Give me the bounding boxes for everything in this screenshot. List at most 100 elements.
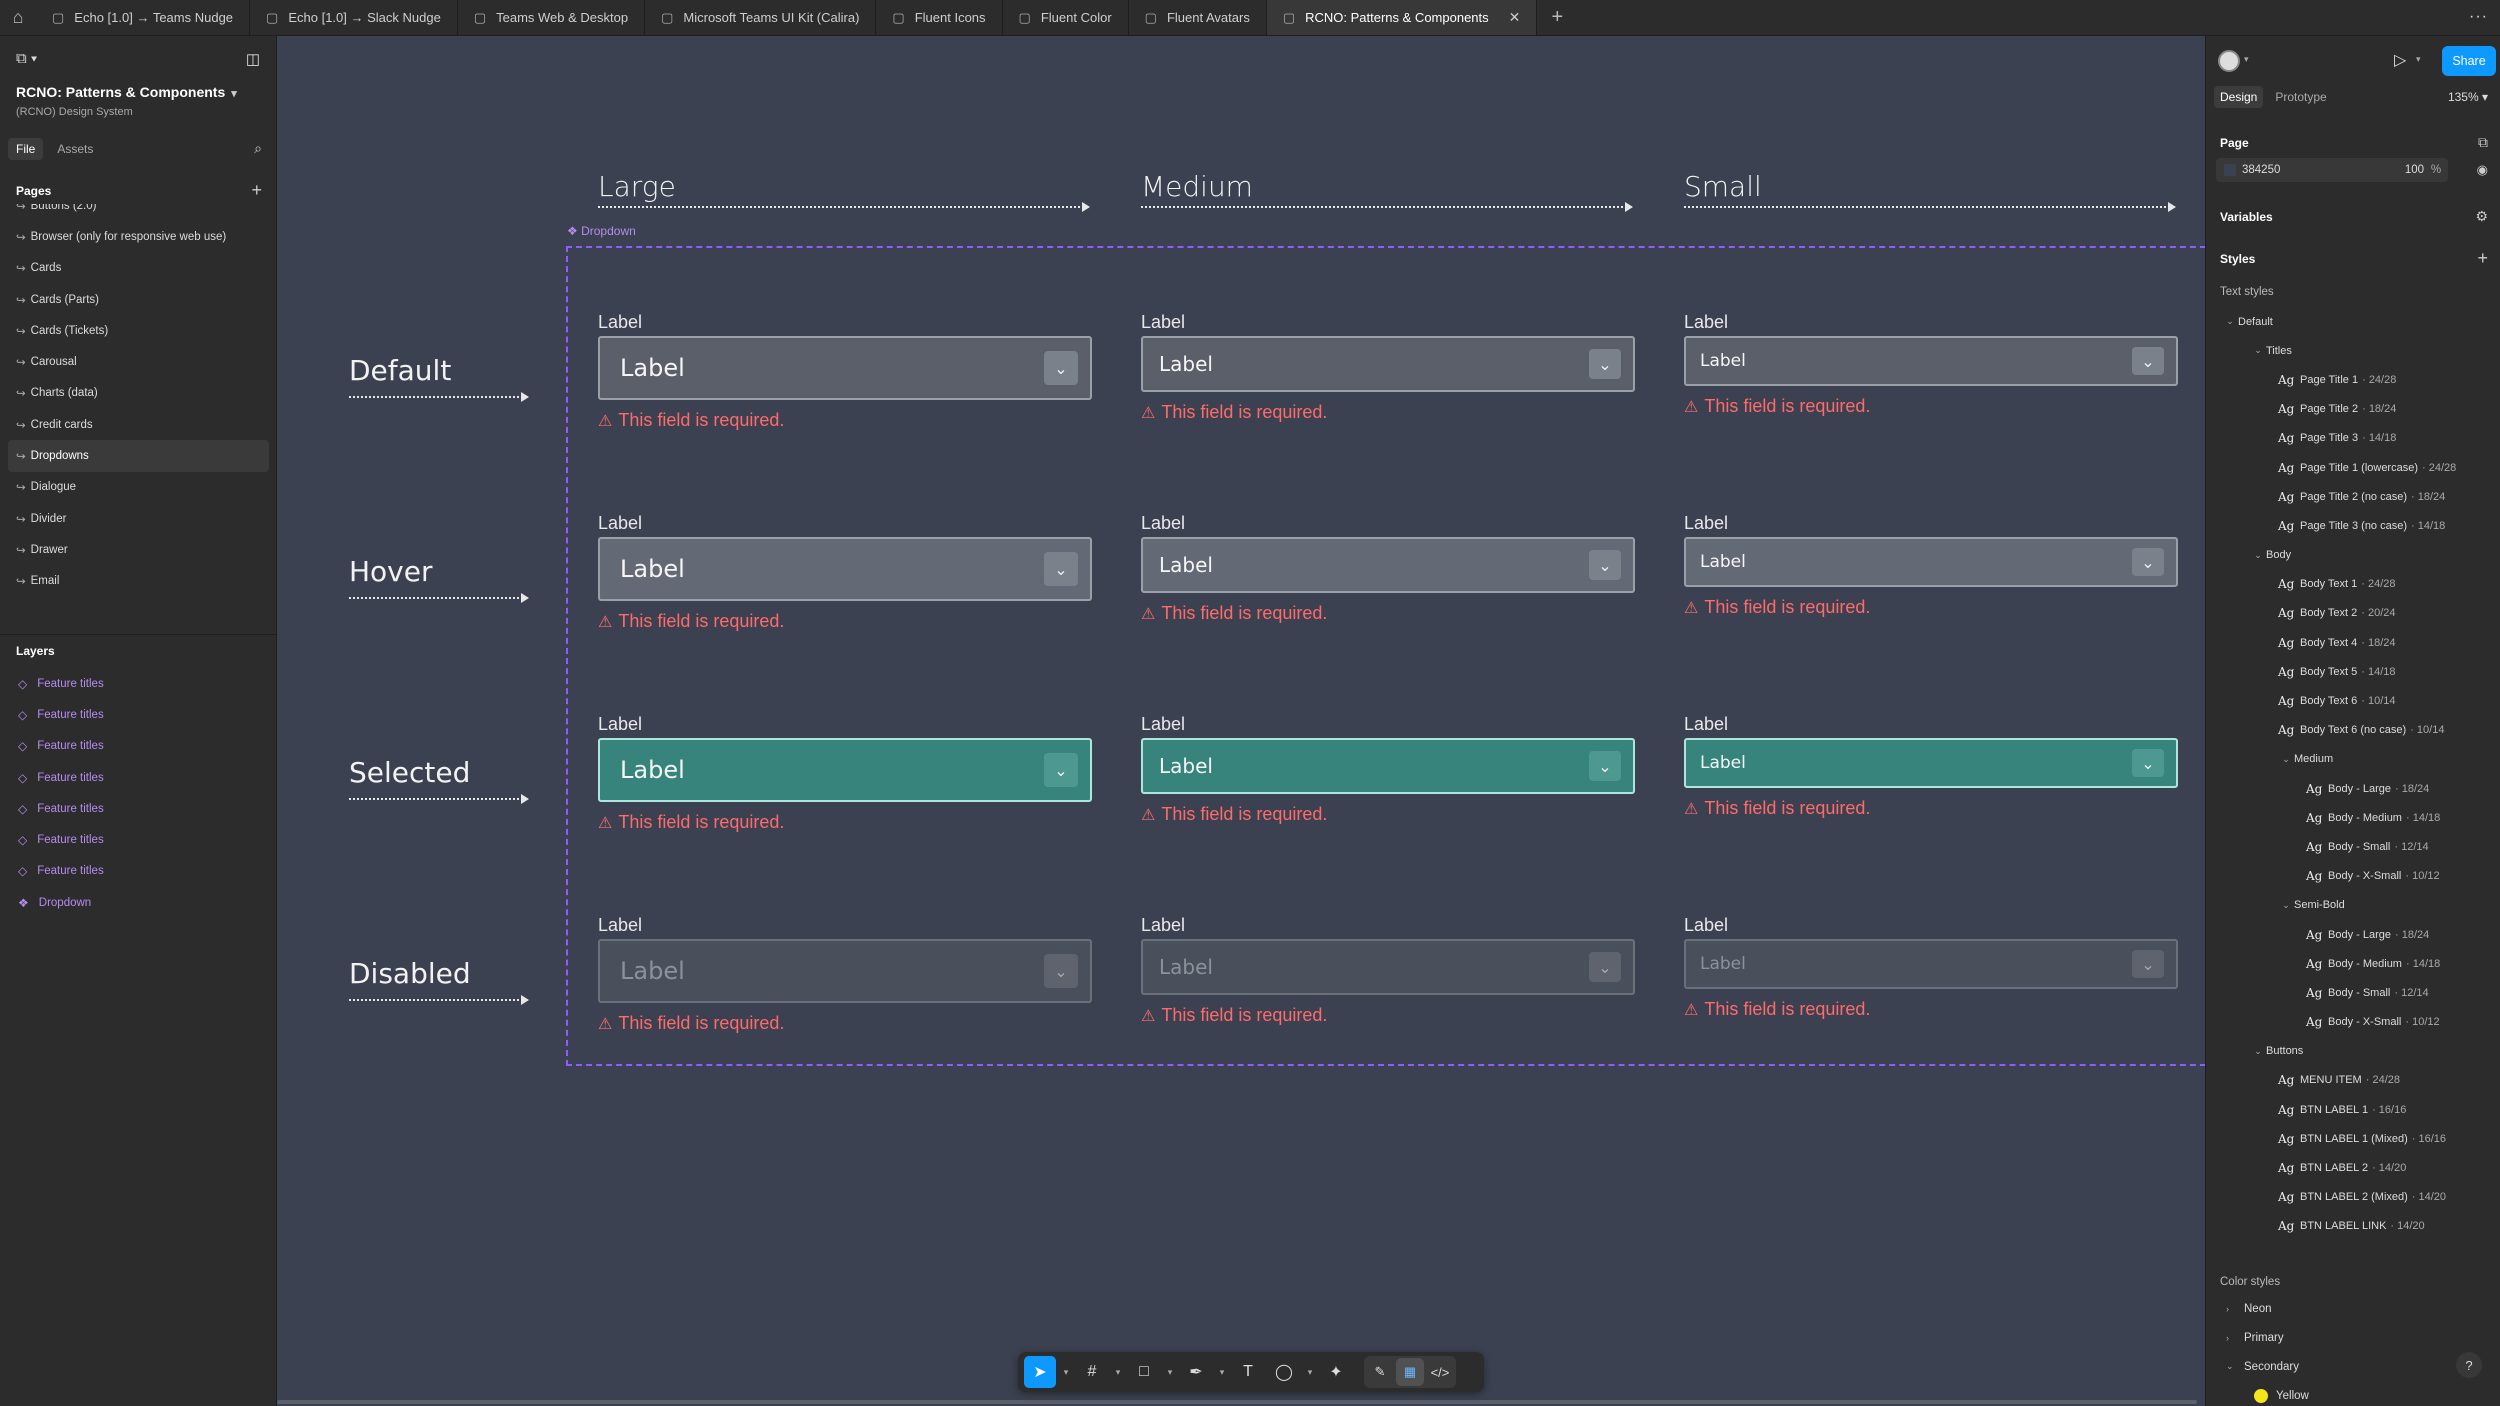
text-style-item[interactable]: Ag BTN LABEL 1 · 16/16 <box>2206 1095 2500 1124</box>
text-style-item[interactable]: Ag Page Title 3 · 14/18 <box>2206 424 2500 453</box>
text-style-item[interactable]: Ag Page Title 3 (no case) · 14/18 <box>2206 511 2500 540</box>
dropdown-disabled-medium[interactable]: Label ⌄ <box>1141 939 1635 995</box>
chevron-right-icon[interactable]: › <box>2226 1304 2244 1314</box>
chevron-down-icon[interactable]: ⌄ <box>2222 316 2238 327</box>
text-style-item[interactable]: Ag Body - Large · 18/24 <box>2206 774 2500 803</box>
tab-2[interactable]: ▢ Teams Web & Desktop <box>458 0 646 35</box>
text-style-item[interactable]: Ag Body - Small · 12/14 <box>2206 832 2500 861</box>
dropdown-default-medium[interactable]: Label ⌄ <box>1141 336 1635 392</box>
pen-tool-icon[interactable]: ✒ <box>1180 1356 1212 1388</box>
project-name[interactable]: (RCNO) Design System <box>16 106 133 118</box>
add-style-icon[interactable]: + <box>2477 248 2488 269</box>
chevron-down-icon[interactable]: ⌄ <box>2250 345 2266 356</box>
page-item[interactable]: ↪ Buttons (2.0) <box>8 204 269 221</box>
tab-prototype[interactable]: Prototype <box>2269 86 2332 108</box>
design-mode-icon[interactable]: ▦ <box>1396 1358 1424 1386</box>
text-style-item[interactable]: Ag Page Title 2 · 18/24 <box>2206 395 2500 424</box>
layer-item[interactable]: ◇ Feature titles <box>8 762 269 793</box>
text-style-item[interactable]: Ag Page Title 2 (no case) · 18/24 <box>2206 482 2500 511</box>
file-title[interactable]: RCNO: Patterns & Components ▾ <box>16 84 237 100</box>
draw-mode-icon[interactable]: ✎ <box>1366 1358 1394 1386</box>
help-button[interactable]: ? <box>2456 1352 2482 1378</box>
dropdown-selected-small[interactable]: Label ⌄ <box>1684 738 2178 788</box>
chevron-down-icon[interactable]: ⌄ <box>1044 351 1078 385</box>
share-button[interactable]: Share <box>2442 46 2496 76</box>
toggle-panel-icon[interactable]: ◫ <box>246 50 260 68</box>
text-style-item[interactable]: Ag Body - Medium · 14/18 <box>2206 803 2500 832</box>
comment-tool-icon[interactable]: ◯ <box>1268 1356 1300 1388</box>
tab-7[interactable]: ▢ RCNO: Patterns & Components ✕ <box>1266 0 1538 35</box>
dropdown-selected-large[interactable]: Label ⌄ <box>598 738 1092 802</box>
page-item[interactable]: ↪ Cards (Tickets) <box>8 315 269 346</box>
chevron-down-icon[interactable]: ⌄ <box>1589 349 1621 379</box>
style-group[interactable]: ⌄ Semi-Bold <box>2206 891 2500 920</box>
chevron-down-icon[interactable]: ▾ <box>1112 1367 1124 1378</box>
home-icon[interactable]: ⌂ <box>0 0 36 35</box>
more-options-icon[interactable]: ··· <box>2469 8 2488 26</box>
chevron-down-icon[interactable]: ⌄ <box>2250 1046 2266 1057</box>
style-group[interactable]: ⌄ Buttons <box>2206 1037 2500 1066</box>
chevron-down-icon[interactable]: ⌄ <box>2278 900 2294 911</box>
text-style-item[interactable]: Ag Body - Medium · 14/18 <box>2206 949 2500 978</box>
dev-mode-icon[interactable]: </> <box>1426 1358 1454 1386</box>
page-color-hex[interactable]: 384250 <box>2242 164 2396 176</box>
text-style-item[interactable]: Ag Body - X-Small · 10/12 <box>2206 862 2500 891</box>
tab-0[interactable]: ▢ Echo [1.0] → Teams Nudge <box>36 0 251 35</box>
chevron-down-icon[interactable]: ⌄ <box>1589 751 1621 781</box>
tab-design[interactable]: Design <box>2214 86 2264 108</box>
style-group[interactable]: ⌄ Default <box>2206 307 2500 336</box>
text-style-item[interactable]: Ag Body - Small · 12/14 <box>2206 978 2500 1007</box>
tab-4[interactable]: ▢ Fluent Icons <box>876 0 1003 35</box>
layer-item[interactable]: ❖ Dropdown <box>8 887 269 918</box>
page-item[interactable]: ↪ Charts (data) <box>8 378 269 409</box>
layer-item[interactable]: ◇ Feature titles <box>8 793 269 824</box>
dropdown-disabled-small[interactable]: Label ⌄ <box>1684 939 2178 989</box>
avatar[interactable] <box>2218 50 2240 72</box>
text-style-item[interactable]: Ag Body Text 4 · 18/24 <box>2206 628 2500 657</box>
rectangle-tool-icon[interactable]: □ <box>1128 1356 1160 1388</box>
chevron-down-icon[interactable]: ⌄ <box>1044 753 1078 787</box>
frame-tag[interactable]: ❖ Dropdown <box>567 224 636 238</box>
page-item[interactable]: ↪ Dialogue <box>8 472 269 503</box>
actions-icon[interactable]: ✦ <box>1320 1356 1352 1388</box>
page-item[interactable]: ↪ Divider <box>8 503 269 534</box>
zoom-control[interactable]: 135% ▾ <box>2448 90 2488 104</box>
horizontal-scrollbar[interactable] <box>277 1400 2197 1404</box>
layer-item[interactable]: ◇ Feature titles <box>8 699 269 730</box>
chevron-down-icon[interactable]: ⌄ <box>1589 550 1621 580</box>
text-tool-icon[interactable]: T <box>1232 1356 1264 1388</box>
variables-settings-icon[interactable]: ⚙ <box>2475 208 2488 225</box>
dropdown-hover-large[interactable]: Label ⌄ <box>598 537 1092 601</box>
present-icon[interactable]: ▷ <box>2394 50 2406 70</box>
chevron-down-icon[interactable]: ⌄ <box>2278 754 2294 765</box>
chevron-down-icon[interactable]: ⌄ <box>2132 950 2164 978</box>
text-style-item[interactable]: Ag Page Title 1 · 24/28 <box>2206 365 2500 394</box>
chevron-down-icon[interactable]: ▾ <box>2416 54 2421 65</box>
tab-3[interactable]: ▢ Microsoft Teams UI Kit (Calira) <box>645 0 877 35</box>
new-tab-icon[interactable]: + <box>1537 0 1577 35</box>
chevron-down-icon[interactable]: ⌄ <box>1044 552 1078 586</box>
text-style-item[interactable]: Ag BTN LABEL 2 · 14/20 <box>2206 1153 2500 1182</box>
color-style-group[interactable]: › Primary <box>2206 1323 2500 1352</box>
text-style-item[interactable]: Ag Body Text 6 (no case) · 10/14 <box>2206 716 2500 745</box>
text-style-item[interactable]: Ag Body Text 5 · 14/18 <box>2206 657 2500 686</box>
text-style-item[interactable]: Ag Body Text 1 · 24/28 <box>2206 570 2500 599</box>
text-style-item[interactable]: Ag Body Text 6 · 10/14 <box>2206 686 2500 715</box>
page-item[interactable]: ↪ Credit cards <box>8 409 269 440</box>
chevron-down-icon[interactable]: ⌄ <box>1589 952 1621 982</box>
layer-item[interactable]: ◇ Feature titles <box>8 856 269 887</box>
divider[interactable] <box>0 634 277 635</box>
chevron-right-icon[interactable]: › <box>2226 1333 2244 1343</box>
chevron-down-icon[interactable]: ▾ <box>1060 1367 1072 1378</box>
color-swatch[interactable] <box>2224 164 2236 176</box>
page-item[interactable]: ↪ Email <box>8 566 269 597</box>
page-settings-icon[interactable]: ⧉ <box>2478 134 2488 151</box>
dropdown-hover-small[interactable]: Label ⌄ <box>1684 537 2178 587</box>
page-item[interactable]: ↪ Cards (Parts) <box>8 284 269 315</box>
style-group[interactable]: ⌄ Medium <box>2206 745 2500 774</box>
layer-item[interactable]: ◇ Feature titles <box>8 668 269 699</box>
frame-tool-icon[interactable]: # <box>1076 1356 1108 1388</box>
dropdown-selected-medium[interactable]: Label ⌄ <box>1141 738 1635 794</box>
layer-item[interactable]: ◇ Feature titles <box>8 731 269 762</box>
page-item[interactable]: ↪ Cards <box>8 253 269 284</box>
